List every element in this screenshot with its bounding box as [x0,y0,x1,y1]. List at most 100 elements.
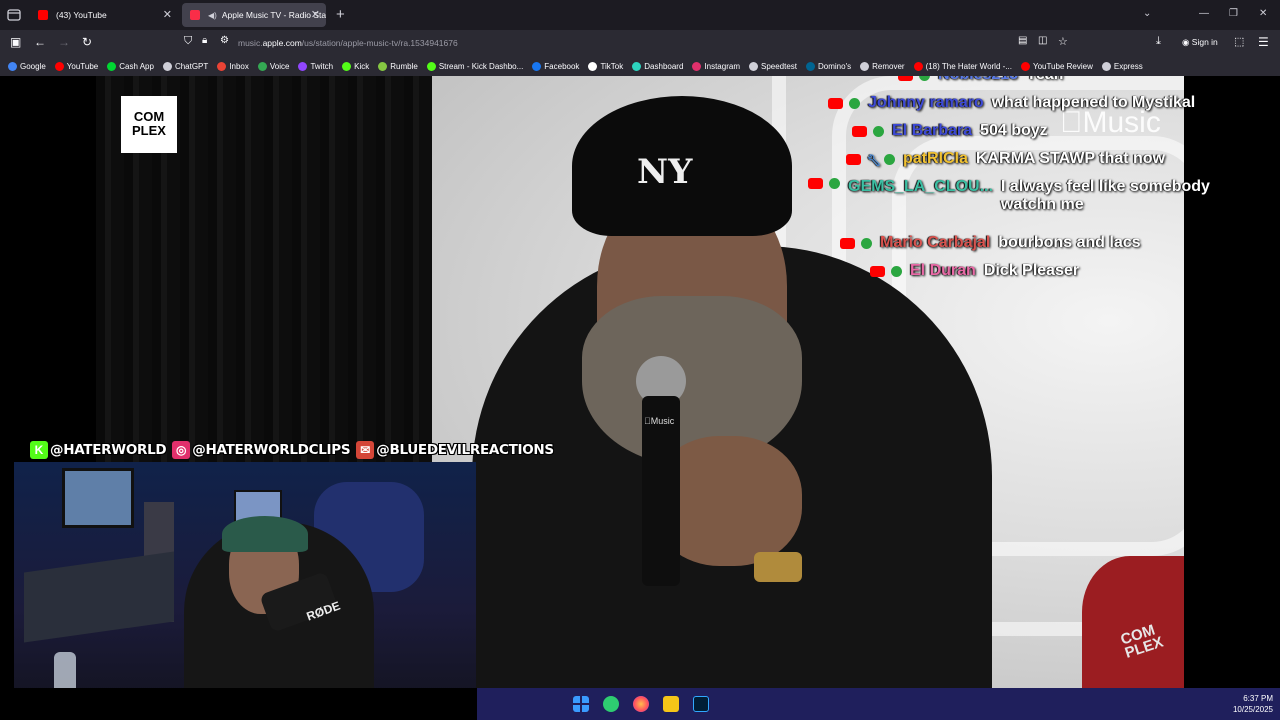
social-handle-text: @HATERWORLD [50,442,167,458]
close-tab-icon[interactable]: ✕ [163,8,172,21]
bookmark-item[interactable]: Twitch [298,61,334,71]
back-icon[interactable]: ← [34,35,46,49]
sign-in-label: Sign in [1191,37,1218,47]
bookmark-item[interactable]: YouTube [54,61,98,71]
restore-icon[interactable]: ❐ [1229,8,1238,19]
bookmark-item[interactable]: Cash App [107,61,154,71]
list-all-tabs-icon[interactable]: ⌄ [1143,8,1151,19]
system-clock[interactable]: 6:37 PM 10/25/2025 [1217,693,1273,715]
sign-in-button[interactable]: ◉ Sign in [1182,37,1218,48]
sidebar-toggle-icon[interactable]: ▣ [10,35,21,49]
bookmark-item[interactable]: Rumble [378,61,418,71]
address-bar[interactable]: ⛉ 🔒︎ ⚙ music.apple.com/us/station/apple-… [176,33,1076,53]
file-explorer-icon[interactable] [663,696,679,712]
bookmark-item[interactable]: TikTok [588,61,623,71]
bookmark-favicon-icon [748,61,758,71]
bookmark-item[interactable]: (18) The Hater World -... [913,61,1012,71]
bookmark-item[interactable]: YouTube Review [1020,61,1093,71]
tab-apple-music[interactable]: ◀) Apple Music TV - Radio Sta ✕ [182,3,326,27]
clock-time: 6:37 PM [1243,694,1273,703]
social-handle: ✉ @BLUEDEVILREACTIONS [356,441,554,459]
ny-logo: NY [637,152,693,192]
bookmark-favicon-icon [257,61,267,71]
menu-icon[interactable]: ☰ [1258,35,1269,49]
tab-list-icon[interactable] [6,7,22,23]
bookmark-item[interactable]: Instagram [692,61,740,71]
bookmark-item[interactable]: Speedtest [748,61,797,71]
webcam-feed: RØDE [14,462,476,688]
desk [24,551,174,643]
forward-icon[interactable]: → [58,35,70,49]
firefox-icon[interactable] [633,696,649,712]
bookmark-item[interactable]: Dashboard [632,61,683,71]
video-player[interactable]: Music COM PLEX NY Music COM PLEX Noble… [0,76,1280,688]
bookmark-favicon-icon [342,61,352,71]
bookmark-item[interactable]: Voice [257,61,289,71]
social-handle-text: @HATERWORLDCLIPS [192,442,351,458]
reload-icon[interactable]: ↻ [82,35,92,49]
picture-in-picture-icon[interactable]: ◫ [1038,35,1047,46]
youtube-icon [808,178,823,189]
bookmark-favicon-icon [426,61,436,71]
chat-text: I always feel like somebody watchn me [1000,178,1210,213]
window-close-icon[interactable]: ✕ [1259,8,1267,19]
social-icon: K [30,441,48,459]
chat-text: Yeah [1026,76,1063,84]
bookmark-label: Facebook [544,61,580,71]
member-badge-icon [884,153,895,165]
bookmark-favicon-icon [632,61,642,71]
member-badge-icon [861,237,872,249]
bookmark-favicon-icon [860,61,870,71]
chat-text: KARMA STAWP that now [975,150,1165,167]
chat-text: Dick Pleaser [983,262,1079,279]
bookmark-item[interactable]: Domino's [806,61,851,71]
reader-view-icon[interactable]: ▤ [1018,35,1027,46]
complex-logo: COM PLEX [121,96,177,153]
windows-taskbar: 6:37 PM 10/25/2025 [477,688,1280,720]
chat-message: Mario Carbajal bourbons and lacs [840,234,1141,252]
url-prefix: music. [238,38,263,48]
chat-username: Nobles213 [938,76,1018,84]
bookmark-item[interactable]: Inbox [217,61,249,71]
minimize-icon[interactable]: — [1199,8,1209,19]
bookmark-favicon-icon [806,61,816,71]
bookmark-label: Kick [354,61,370,71]
social-handle: K @HATERWORLD [30,441,167,459]
lock-icon[interactable]: 🔒︎ [202,35,207,46]
social-icon: ✉ [356,441,375,459]
bookmark-star-icon[interactable]: ☆ [1058,35,1068,48]
shield-icon[interactable]: ⛉ [184,35,192,48]
bookmark-item[interactable]: Google [8,61,46,71]
bookmark-item[interactable]: Stream - Kick Dashbo... [426,61,523,71]
xbox-game-bar-icon[interactable] [603,696,619,712]
bookmark-favicon-icon [532,61,542,71]
chat-message: Johnny ramaro what happened to Mystikal [828,94,1195,112]
speaker-icon[interactable]: ◀) [208,11,217,20]
bookmark-item[interactable]: Facebook [532,61,580,71]
chat-message: GEMS_LA_CLOU... I always feel like somebo… [808,178,1228,214]
bookmark-label: Express [1113,61,1143,71]
bookmark-label: Twitch [310,61,334,71]
bookmark-label: ChatGPT [174,61,209,71]
new-tab-button[interactable]: + [336,6,345,23]
bookmark-item[interactable]: Kick [342,61,370,71]
permissions-icon[interactable]: ⚙ [220,35,229,46]
bookmark-label: Inbox [229,61,249,71]
downloads-icon[interactable]: ⤓ [1156,35,1161,48]
photoshop-icon[interactable] [693,696,709,712]
bookmark-item[interactable]: Express [1101,61,1143,71]
member-badge-icon [919,76,930,81]
bookmark-item[interactable]: ChatGPT [162,61,209,71]
water-bottle [54,652,76,688]
member-badge-icon [829,178,840,189]
social-banner: K @HATERWORLD ◎ @HATERWORLDCLIPS ✉ @BLUEDEVIL… [30,438,560,462]
windows-start-icon[interactable] [573,696,589,712]
extensions-icon[interactable]: ⬚ [1234,35,1244,48]
bookmark-item[interactable]: Remover [860,61,905,71]
close-tab-icon[interactable]: ✕ [311,8,320,21]
tab-youtube[interactable]: (43) YouTube ✕ [30,3,178,27]
social-handle-text: @BLUEDEVILREACTIONS [376,442,554,458]
complex-logo-text: COM PLEX [132,109,166,138]
bookmark-favicon-icon [913,61,923,71]
wall-tv [62,468,134,528]
